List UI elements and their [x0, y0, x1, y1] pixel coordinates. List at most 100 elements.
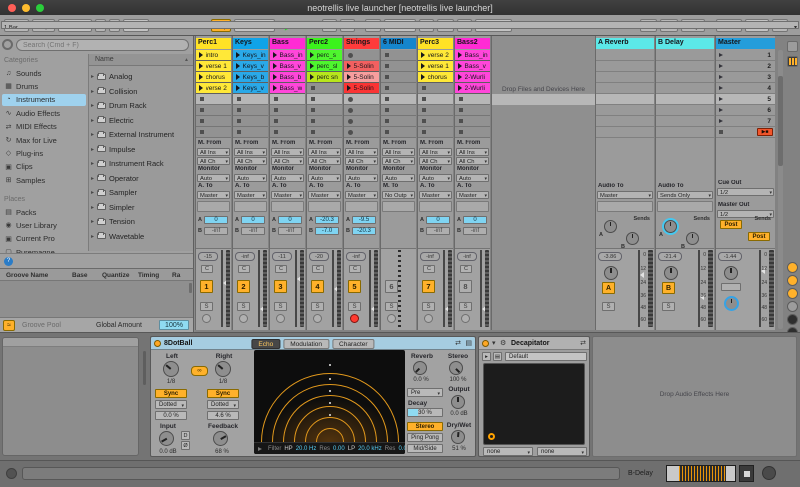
- clip-stop-icon[interactable]: [311, 130, 315, 134]
- sidebar-item-instruments[interactable]: ◔Instruments: [2, 94, 86, 106]
- output-routing-dropdown[interactable]: Master: [597, 191, 653, 199]
- reverb-position-dropdown[interactable]: Pre: [407, 388, 443, 397]
- left-time-value[interactable]: 1/8: [155, 379, 187, 385]
- clip-slot[interactable]: [381, 72, 416, 83]
- sidebar-item-plug-ins[interactable]: ◇Plug-ins: [2, 147, 86, 159]
- echo-tap-dot[interactable]: [329, 414, 331, 416]
- track-header[interactable]: Keys: [233, 38, 268, 49]
- clip-play-icon[interactable]: [236, 52, 241, 58]
- clip-stop-icon[interactable]: [385, 119, 389, 123]
- clip-stop-icon[interactable]: [385, 108, 389, 112]
- clip-play-icon[interactable]: [421, 52, 426, 58]
- track-activator[interactable]: 8: [459, 280, 472, 293]
- scene-slot[interactable]: 6: [716, 105, 775, 116]
- hp-res-value[interactable]: 0.00: [333, 446, 345, 452]
- clip-overview[interactable]: [666, 465, 736, 482]
- clip-stop-icon[interactable]: [311, 86, 315, 90]
- input-routing-dropdown[interactable]: All Ins: [382, 148, 415, 156]
- channel-routing-dropdown[interactable]: All Ch: [419, 157, 452, 165]
- mode-mid-side-button[interactable]: Mid/Side: [407, 444, 443, 453]
- post-a-button[interactable]: Post: [720, 220, 742, 229]
- mode-stereo-button[interactable]: Stereo: [407, 422, 443, 431]
- clip-slot[interactable]: [344, 50, 379, 61]
- hp-freq-value[interactable]: 20.0 Hz: [296, 446, 317, 452]
- device-drop-zone[interactable]: Drop Audio Effects Here: [592, 336, 797, 457]
- solo-button[interactable]: S: [200, 302, 213, 311]
- cue-volume-box[interactable]: [721, 283, 741, 291]
- pan-readout[interactable]: C: [238, 265, 250, 273]
- xy-handle[interactable]: [488, 433, 495, 440]
- track-activator[interactable]: 7: [422, 280, 435, 293]
- output-routing-dropdown[interactable]: Master: [456, 191, 489, 199]
- output-routing-dropdown[interactable]: Master: [271, 191, 304, 199]
- clip-slot[interactable]: chorus: [418, 72, 453, 83]
- clip-stop-icon[interactable]: [348, 97, 353, 102]
- track-activator[interactable]: 6: [385, 280, 398, 293]
- clip-slot[interactable]: [381, 94, 416, 105]
- clip-slot[interactable]: [344, 116, 379, 127]
- plugin-panel[interactable]: [483, 363, 585, 445]
- quantization-menu[interactable]: 1 Bar: [1, 21, 799, 29]
- volume-fader[interactable]: [759, 250, 761, 327]
- clip-slot[interactable]: [233, 94, 268, 105]
- track-header[interactable]: Strings: [344, 38, 379, 49]
- name-column-header[interactable]: Name▲: [89, 54, 193, 66]
- input-routing-dropdown[interactable]: All Ins: [234, 148, 267, 156]
- groove-pool-toggle-icon[interactable]: ≈: [3, 320, 15, 331]
- clip-stop-icon[interactable]: [459, 108, 463, 112]
- send-value[interactable]: -inf: [426, 227, 450, 235]
- solo-button[interactable]: S: [602, 302, 615, 311]
- clip-stop-icon[interactable]: [274, 119, 278, 123]
- output-routing-dropdown[interactable]: Master: [197, 191, 230, 199]
- channel-routing-dropdown[interactable]: All Ch: [382, 157, 415, 165]
- send-value[interactable]: -inf: [463, 227, 487, 235]
- preset-name-field[interactable]: Default: [505, 352, 587, 361]
- clip-slot[interactable]: [418, 127, 453, 138]
- echo-tap-dot[interactable]: [329, 402, 331, 404]
- right-time-knob[interactable]: [215, 361, 231, 377]
- clip-stop-icon[interactable]: [311, 119, 315, 123]
- clip-slot[interactable]: [381, 127, 416, 138]
- sidebar-item-max-for-live[interactable]: ↻Max for Live: [2, 134, 86, 146]
- channel-routing-dropdown[interactable]: All Ch: [197, 157, 230, 165]
- pan-knob[interactable]: [664, 266, 678, 280]
- session-scrollbar[interactable]: [778, 50, 783, 329]
- send-value[interactable]: -20.3: [352, 227, 376, 235]
- clip-slot[interactable]: Bass_v: [455, 61, 490, 72]
- scene-slot[interactable]: 3: [716, 72, 775, 83]
- device-title[interactable]: 8DotBall: [164, 340, 192, 347]
- volume-fader[interactable]: [480, 250, 482, 327]
- pan-readout[interactable]: C: [423, 265, 435, 273]
- right-sync-mode-dropdown[interactable]: Dotted: [207, 400, 239, 409]
- clip-slot[interactable]: Keys_v: [233, 83, 268, 94]
- arm-button[interactable]: [387, 314, 396, 323]
- pan-readout[interactable]: C: [201, 265, 213, 273]
- clip-slot[interactable]: [233, 105, 268, 116]
- clip-play-icon[interactable]: [458, 52, 463, 58]
- clip-slot[interactable]: [196, 105, 231, 116]
- return-activator[interactable]: A: [602, 282, 615, 294]
- preset-save-icon[interactable]: ▤: [493, 352, 502, 361]
- clip-stop-icon[interactable]: [274, 97, 278, 101]
- clip-stop-icon[interactable]: [422, 97, 426, 101]
- feedback-value[interactable]: 68 %: [207, 449, 237, 455]
- volume-readout[interactable]: -inf: [420, 252, 440, 261]
- device-activator-icon[interactable]: [154, 340, 161, 347]
- monitor-dropdown[interactable]: Auto: [456, 174, 489, 182]
- scene-slot[interactable]: 4: [716, 83, 775, 94]
- stereo-width-knob[interactable]: [449, 361, 463, 375]
- clip-play-icon[interactable]: [273, 63, 278, 69]
- monitor-dropdown[interactable]: Auto: [271, 174, 304, 182]
- clip-play-icon[interactable]: [236, 85, 241, 91]
- clip-slot[interactable]: 5-Solin: [344, 72, 379, 83]
- send-value[interactable]: -20.3: [315, 216, 339, 224]
- monitor-dropdown[interactable]: Auto: [234, 174, 267, 182]
- browser-item-external-instrument[interactable]: External Instrument: [91, 128, 191, 141]
- clip-slot[interactable]: [418, 105, 453, 116]
- clip-play-icon[interactable]: [199, 63, 204, 69]
- clip-slot[interactable]: [381, 61, 416, 72]
- browser-item-operator[interactable]: Operator: [91, 172, 191, 185]
- clip-stop-icon[interactable]: [385, 75, 389, 79]
- volume-readout[interactable]: -21.4: [658, 252, 682, 261]
- solo-button[interactable]: S: [237, 302, 250, 311]
